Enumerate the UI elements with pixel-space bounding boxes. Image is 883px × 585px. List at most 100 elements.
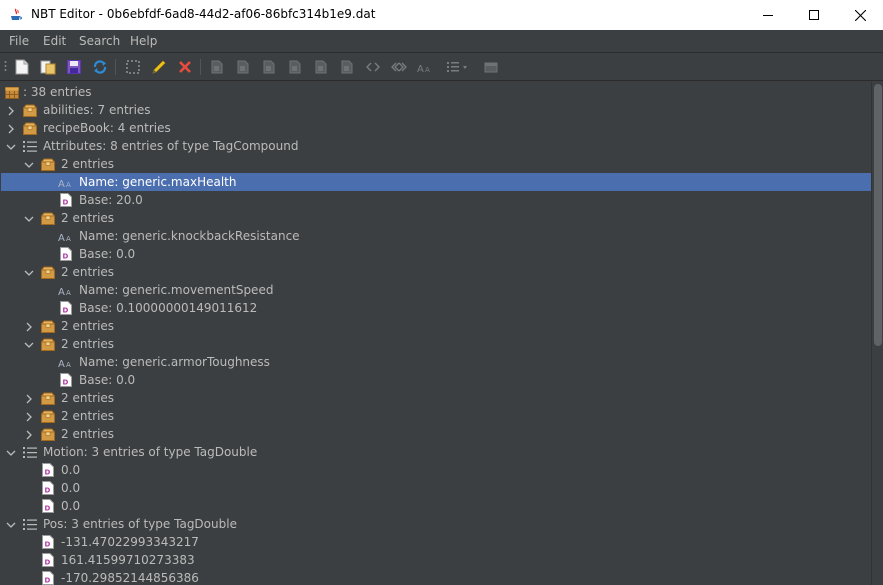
collapse-arrow-icon[interactable] [6,123,16,134]
add-double-button[interactable] [338,58,356,76]
vertical-scrollbar[interactable] [871,82,883,585]
svg-text:A: A [66,289,71,296]
expand-arrow-icon[interactable] [6,519,16,529]
add-string-button[interactable]: AA [416,58,434,76]
tree-row-label: Motion: 3 entries of type TagDouble [43,445,258,459]
add-short-button[interactable] [234,58,252,76]
menu-file[interactable]: File [9,34,29,48]
maximize-button[interactable] [791,0,837,30]
svg-text:A: A [58,179,65,188]
tree-row[interactable]: D -170.29852144856386 [1,569,871,585]
compound-icon [40,264,56,280]
delete-button[interactable] [176,58,194,76]
tree-row[interactable]: A A Name: generic.knockbackResistance [1,227,871,245]
tree-row[interactable]: 2 entries [1,317,871,335]
list-icon [447,62,467,72]
edit-button[interactable] [150,58,168,76]
tree-row-label: 2 entries [61,427,115,441]
expand-arrow-icon[interactable] [24,213,34,223]
nbt-tree[interactable]: : 38 entries abilities: 7 entries recipeBo… [1,82,871,585]
tree-row[interactable]: D Base: 0.0 [1,245,871,263]
tree-row[interactable]: D 161.41599710273383 [1,551,871,569]
compound-icon [40,390,56,406]
open-file-button[interactable] [39,58,57,76]
menu-bar: File Edit Search Help [0,30,883,52]
tree-row-label: -131.47022993343217 [61,535,199,549]
scrollbar-thumb[interactable] [874,84,882,346]
expand-arrow-icon[interactable] [24,159,34,169]
maximize-icon [809,10,819,20]
tree-row-label: Pos: 3 entries of type TagDouble [43,517,237,531]
tree-row[interactable]: 2 entries [1,407,871,425]
tree-row[interactable]: 2 entries [1,209,871,227]
svg-text:D: D [45,487,51,495]
tree-row[interactable]: 2 entries [1,263,871,281]
tree-row-label: Base: 20.0 [79,193,143,207]
tree-row[interactable]: Motion: 3 entries of type TagDouble [1,443,871,461]
tree-row[interactable]: recipeBook: 4 entries [1,119,871,137]
tree-row[interactable]: Attributes: 8 entries of type TagCompoun… [1,137,871,155]
angle-brackets-icon [366,62,380,72]
add-list-button[interactable] [444,58,472,76]
expand-arrow-icon[interactable] [6,141,16,151]
tree-row[interactable]: Pos: 3 entries of type TagDouble [1,515,871,533]
double-icon: D [58,300,74,316]
add-byte-array-button[interactable] [364,58,382,76]
tag-icon [263,60,275,74]
string-icon: AA [58,282,74,298]
collapse-arrow-icon[interactable] [24,321,34,332]
tree-row[interactable]: D 0.0 [1,461,871,479]
add-int-array-button[interactable] [390,58,408,76]
expand-arrow-icon[interactable] [24,339,34,349]
tree-row[interactable]: A A Name: generic.armorToughness [1,353,871,371]
svg-text:D: D [63,307,69,315]
svg-text:A: A [425,66,430,73]
new-file-button[interactable] [13,58,31,76]
svg-text:D: D [63,199,69,207]
add-int-button[interactable] [260,58,278,76]
tree-row[interactable]: abilities: 7 entries [1,101,871,119]
add-long-button[interactable] [286,58,304,76]
tree-row[interactable]: 2 entries [1,425,871,443]
add-float-button[interactable] [312,58,330,76]
svg-text:A: A [58,359,65,368]
collapse-arrow-icon[interactable] [24,429,34,440]
tree-row-label: abilities: 7 entries [43,103,151,117]
tree-row[interactable]: D Base: 0.10000000149011612 [1,299,871,317]
delete-icon [179,61,191,73]
select-icon [126,60,140,74]
tree-row[interactable]: D -131.47022993343217 [1,533,871,551]
tree-row[interactable]: D 0.0 [1,479,871,497]
tree-row-label: : 38 entries [23,85,92,99]
collapse-arrow-icon[interactable] [6,105,16,116]
tree-row[interactable]: : 38 entries [1,83,871,101]
collapse-arrow-icon[interactable] [24,393,34,404]
refresh-button[interactable] [91,58,109,76]
toolbar-grip[interactable] [4,60,7,74]
menu-edit[interactable]: Edit [43,34,66,48]
menu-search[interactable]: Search [79,34,120,48]
minimize-icon [763,15,773,16]
tree-row[interactable]: 2 entries [1,155,871,173]
minimize-button[interactable] [745,0,791,30]
tree-row[interactable]: D Base: 20.0 [1,191,871,209]
tree-row[interactable]: A A Name: generic.movementSpeed [1,281,871,299]
tree-row[interactable]: A A Name: generic.maxHealth [1,173,871,191]
tree-row[interactable]: 2 entries [1,335,871,353]
save-button[interactable] [65,58,83,76]
expand-arrow-icon[interactable] [6,447,16,457]
select-button[interactable] [124,58,142,76]
tree-row[interactable]: D Base: 0.0 [1,371,871,389]
close-button[interactable] [837,0,883,30]
tree-row-label: Attributes: 8 entries of type TagCompoun… [43,139,299,153]
collapse-arrow-icon[interactable] [24,411,34,422]
compound-icon [40,336,56,352]
save-icon [67,60,81,74]
tree-row[interactable]: D 0.0 [1,497,871,515]
add-byte-button[interactable] [208,58,226,76]
add-compound-button[interactable] [482,58,500,76]
compound-icon [484,62,498,73]
menu-help[interactable]: Help [130,34,157,48]
expand-arrow-icon[interactable] [24,267,34,277]
tree-row[interactable]: 2 entries [1,389,871,407]
